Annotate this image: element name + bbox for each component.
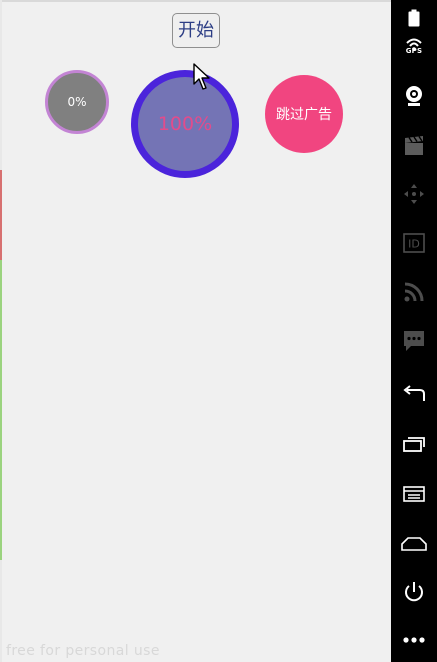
device-id-icon[interactable]: ID <box>391 225 437 261</box>
mouse-cursor-icon <box>193 63 210 90</box>
rss-feed-icon[interactable] <box>391 274 437 310</box>
svg-text:ID: ID <box>408 238 420 251</box>
webcam-icon[interactable] <box>391 78 437 114</box>
sms-message-icon[interactable] <box>391 323 437 359</box>
start-button[interactable]: 开始 <box>172 13 220 48</box>
skip-ad-button[interactable]: 跳过广告 <box>265 75 343 153</box>
screen-edge-strip <box>0 0 2 662</box>
more-icon[interactable] <box>391 622 437 658</box>
gps-label: GPS <box>405 47 423 55</box>
power-icon[interactable] <box>391 574 437 610</box>
menu-icon[interactable] <box>391 476 437 512</box>
emulator-toolbar: GPS ID <box>391 0 437 662</box>
watermark: free for personal use <box>6 643 160 659</box>
move-dpad-icon[interactable] <box>391 176 437 212</box>
small-progress-circle: 0% <box>45 70 109 134</box>
video-record-icon[interactable] <box>391 128 437 164</box>
large-progress-circle: 100% <box>131 70 239 178</box>
large-progress-text: 100% <box>157 113 213 135</box>
small-progress-text: 0% <box>67 95 87 109</box>
back-icon[interactable] <box>391 376 437 412</box>
skip-ad-label: 跳过广告 <box>276 107 332 123</box>
gps-icon[interactable] <box>391 26 437 62</box>
app-screen: 开始 0% 100% 跳过广告 free for personal use <box>0 0 391 662</box>
status-divider <box>0 0 391 2</box>
recent-apps-icon[interactable] <box>391 426 437 462</box>
home-icon[interactable] <box>391 526 437 562</box>
